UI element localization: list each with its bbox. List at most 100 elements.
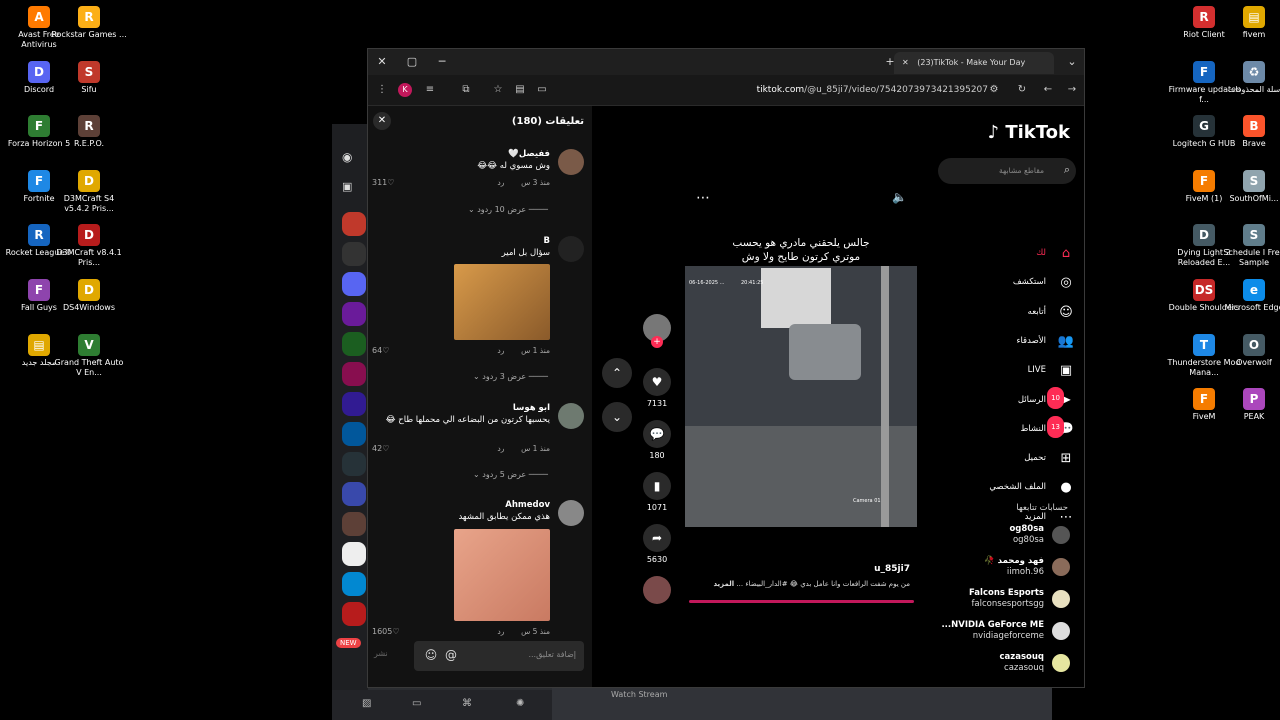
discord-server-icon[interactable]	[342, 452, 366, 476]
desktop-shortcut[interactable]: e Microsoft Edge	[1216, 275, 1280, 313]
sidebar-item[interactable]: ● الملف الشخصي	[936, 477, 1076, 499]
avatar[interactable]	[558, 236, 584, 262]
like-count[interactable]: 311♡	[372, 178, 394, 187]
discord-server-icon[interactable]	[342, 392, 366, 416]
avatar[interactable]	[558, 149, 584, 175]
next-video-button[interactable]: ⌄	[602, 402, 632, 432]
close-comments-button[interactable]: ✕	[373, 112, 391, 130]
sidebar-item[interactable]: ◎ استكشف	[936, 272, 1076, 294]
desktop-shortcut[interactable]: V Grand Theft Auto V En...	[51, 330, 127, 378]
discord-server-icon[interactable]	[342, 512, 366, 536]
tab-list-icon[interactable]: ⌄	[1064, 54, 1080, 70]
tab-tiktok[interactable]: ✕ (23)TikTok - Make Your Day	[894, 52, 1054, 74]
video-player[interactable]: 06-16-2025 ... 20:41:25 Camera 01	[685, 266, 917, 527]
activity-icon[interactable]: ⌘	[462, 698, 472, 709]
desktop-shortcut[interactable]: S Sifu	[51, 57, 127, 95]
discord-server-icon[interactable]	[342, 362, 366, 386]
comment-author[interactable]: ففيصل🤍	[508, 149, 550, 159]
view-replies-link[interactable]: ──── عرض 10 ردود ⌄	[468, 205, 548, 214]
desktop-shortcut[interactable]: R Rockstar Games ...	[51, 2, 127, 40]
share-button[interactable]: ➦ 5630	[642, 524, 672, 564]
followed-account[interactable]: og80sa og80sa	[936, 522, 1076, 548]
discord-server-icon[interactable]	[342, 242, 366, 266]
desktop-shortcut[interactable]: S Schedule I Free Sample	[1216, 220, 1280, 268]
back-icon[interactable]: ←	[1040, 82, 1056, 98]
screen-share-icon[interactable]: ▨	[362, 698, 371, 709]
volume-icon[interactable]: 🔈	[892, 190, 907, 204]
comment-input[interactable]: إضافة تعليق... ☺ @	[414, 641, 584, 671]
tiktok-logo[interactable]: ♪ TikTok	[988, 122, 1070, 143]
discord-server-icon[interactable]	[342, 332, 366, 356]
desktop-shortcut[interactable]: B Brave	[1216, 111, 1280, 149]
stream-icon[interactable]: ▭	[412, 698, 421, 709]
previous-video-button[interactable]: ⌃	[602, 358, 632, 388]
desktop-shortcut[interactable]: O Overwolf	[1216, 330, 1280, 368]
reply-link[interactable]: رد	[497, 178, 504, 187]
extensions-icon[interactable]: ⧉	[458, 82, 474, 98]
discord-server-icon[interactable]	[342, 422, 366, 446]
desktop-shortcut[interactable]: P PEAK	[1216, 384, 1280, 422]
video-username[interactable]: u_85ji7	[874, 564, 910, 574]
like-count[interactable]: 1605♡	[372, 627, 400, 636]
reply-link[interactable]: رد	[497, 444, 504, 453]
music-disc[interactable]	[642, 576, 672, 604]
sidebar-item[interactable]: ⌂ لك	[936, 243, 1076, 265]
creator-avatar[interactable]: +	[642, 314, 672, 348]
sidebar-item[interactable]: ➤ 10 الرسائل	[936, 386, 1076, 412]
desktop-shortcut[interactable]: D DS4Windows	[51, 275, 127, 313]
menu-icon[interactable]: ⋮	[374, 82, 390, 98]
desktop-shortcut[interactable]: ▤ fivem	[1216, 2, 1280, 40]
followed-account[interactable]: Falcons Esports falconsesportsgg	[936, 586, 1076, 612]
like-count[interactable]: 64♡	[372, 346, 389, 355]
sidebar-item[interactable]: ☺ أتابعه	[936, 302, 1076, 324]
sidebar-item[interactable]: ⊞ تحميل	[936, 448, 1076, 470]
forward-icon[interactable]: →	[1064, 82, 1080, 98]
view-replies-link[interactable]: ──── عرض 3 ردود ⌄	[473, 372, 548, 381]
comment-author[interactable]: B	[544, 236, 550, 246]
reply-link[interactable]: رد	[497, 346, 504, 355]
desktop-shortcut[interactable]: R R.E.P.O.	[51, 111, 127, 149]
more-link[interactable]: المزيد	[713, 580, 734, 588]
comment-image-cat[interactable]	[454, 529, 550, 621]
watch-stream-link[interactable]: Watch Stream	[611, 690, 667, 699]
like-count[interactable]: 42♡	[372, 444, 389, 453]
address-bar[interactable]: tiktok.com/@u_85ji7/video/75420739734213…	[488, 79, 988, 101]
desktop-shortcut[interactable]: D D3MCraft v8.4.1 Pris...	[51, 220, 127, 268]
search-icon[interactable]: ⌕	[1064, 163, 1070, 177]
emoji-icon[interactable]: ☺	[424, 648, 438, 662]
discord-server-icon[interactable]	[342, 542, 366, 566]
mention-icon[interactable]: @	[444, 648, 458, 662]
discord-server-icon[interactable]	[342, 482, 366, 506]
comment-button[interactable]: 💬 180	[642, 420, 672, 460]
discord-server-icon[interactable]	[342, 212, 366, 236]
sidebar-item[interactable]: ▣ LIVE	[936, 360, 1076, 382]
desktop-shortcut[interactable]: D D3MCraft S4 v5.4.2 Pris...	[51, 166, 127, 214]
tab-close-icon[interactable]: ✕	[902, 58, 909, 67]
desktop-shortcut[interactable]: S SouthOfMi...	[1216, 166, 1280, 204]
discord-server-icon[interactable]	[342, 572, 366, 596]
site-settings-icon[interactable]: ⚙	[986, 82, 1002, 98]
save-button[interactable]: ▮ 1071	[642, 472, 672, 512]
discord-server-icon[interactable]	[342, 602, 366, 626]
close-window-icon[interactable]: ✕	[374, 54, 390, 70]
desktop-shortcut[interactable]: ♻ سلة المحذوفات	[1216, 57, 1280, 95]
discord-server-icon[interactable]	[342, 272, 366, 296]
followed-account[interactable]: NVIDIA GeForce ME... nvidiageforceme	[936, 618, 1076, 644]
comment-image-dog[interactable]	[454, 264, 550, 340]
discord-home-icon[interactable]: ◉	[342, 150, 352, 164]
maximize-icon[interactable]: ▢	[404, 54, 420, 70]
followed-account[interactable]: فهد ومحمد 🥀 iimoh.96	[936, 554, 1076, 580]
avatar[interactable]	[558, 500, 584, 526]
followed-account[interactable]: cazasouq cazasouq	[936, 650, 1076, 676]
reply-link[interactable]: رد	[497, 627, 504, 636]
like-button[interactable]: ♥ 7131	[642, 368, 672, 408]
view-replies-link[interactable]: ──── عرض 5 ردود ⌄	[473, 470, 548, 479]
discord-server-icon[interactable]	[342, 302, 366, 326]
reload-icon[interactable]: ↻	[1014, 82, 1030, 98]
discord-inbox-icon[interactable]: ▣	[342, 180, 352, 193]
more-options-icon[interactable]: ⋯	[696, 190, 710, 206]
soundboard-icon[interactable]: ✺	[516, 698, 524, 709]
comment-author[interactable]: ابو هوسا	[513, 403, 550, 413]
profile-avatar[interactable]: K	[398, 83, 412, 97]
video-progress-bar[interactable]	[689, 600, 914, 603]
